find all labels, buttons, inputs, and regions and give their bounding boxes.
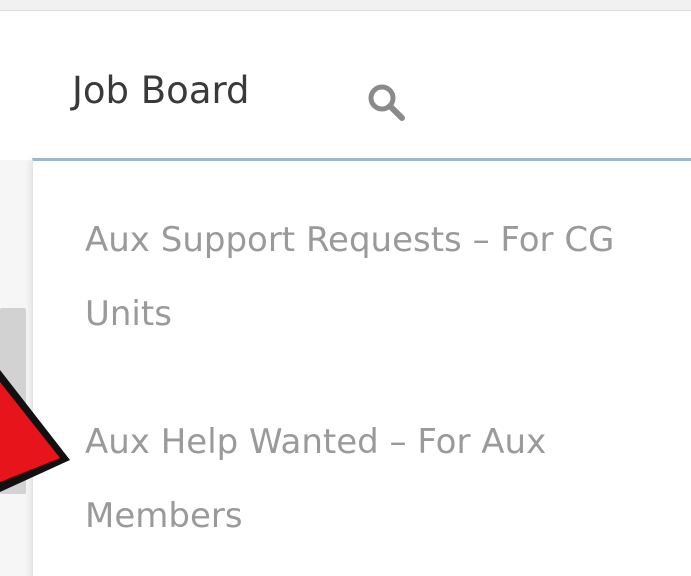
job-board-dropdown-menu: Aux Support Requests – For CG Units Aux … <box>32 158 691 576</box>
top-divider <box>0 0 691 11</box>
search-button[interactable] <box>364 81 410 123</box>
red-arrow-annotation-icon <box>0 370 70 492</box>
search-icon <box>368 84 405 121</box>
nav-item-job-board[interactable]: Job Board <box>72 69 250 112</box>
menu-item-aux-help-wanted[interactable]: Aux Help Wanted – For Aux Members <box>85 405 685 553</box>
nav-bar: Job Board <box>0 11 691 161</box>
menu-item-aux-support-requests[interactable]: Aux Support Requests – For CG Units <box>85 203 685 351</box>
page: Job Board Aux Support Requests – For CG … <box>0 0 691 576</box>
